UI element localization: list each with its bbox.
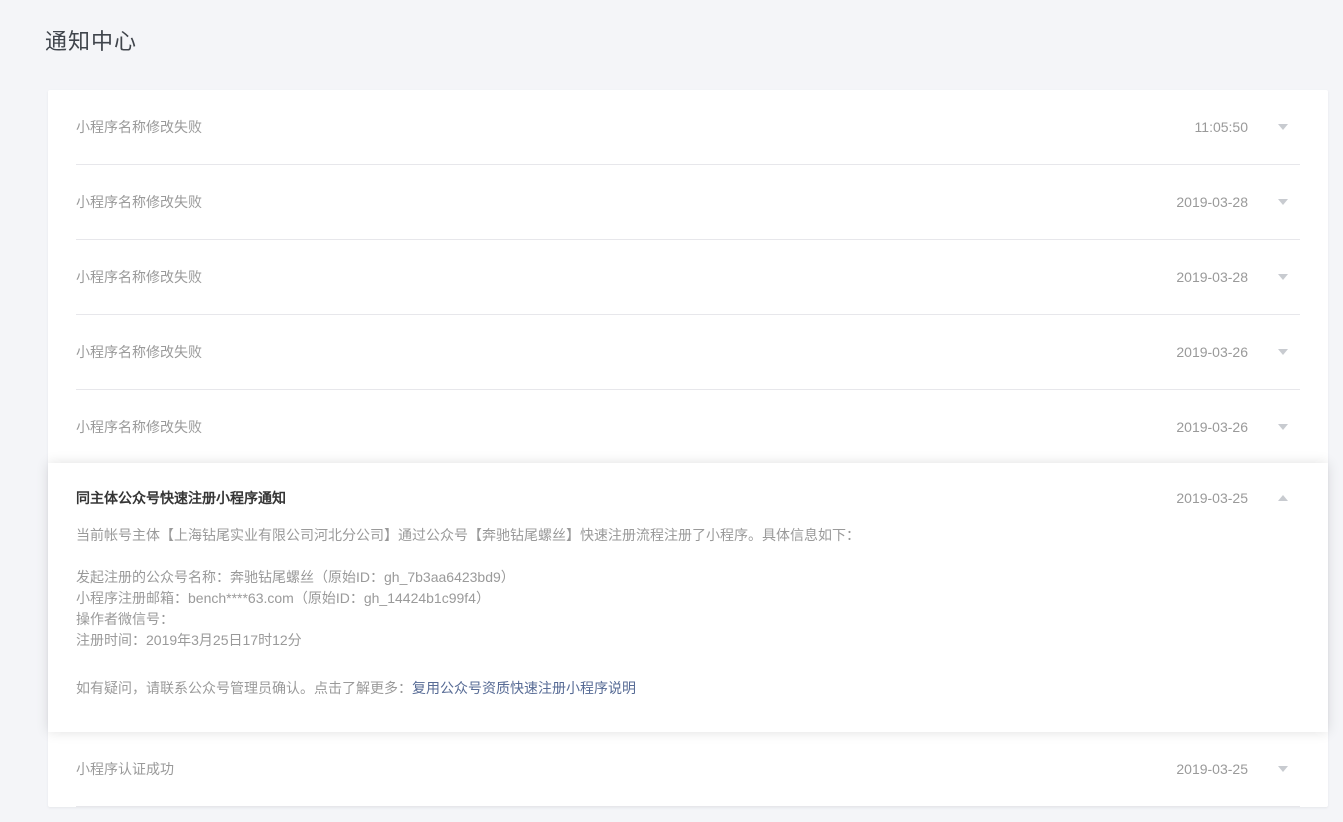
notification-title: 小程序名称修改失败 [76, 269, 202, 285]
notification-intro: 当前帐号主体【上海钻尾实业有限公司河北分公司】通过公众号【奔驰钻尾螺丝】快速注册… [76, 527, 860, 543]
notification-row-right: 2019-03-25 [1176, 490, 1300, 506]
notification-title: 小程序名称修改失败 [76, 344, 202, 360]
notification-date: 2019-03-26 [1176, 418, 1248, 435]
notification-row[interactable]: 小程序名称修改失败 11:05:50 [76, 90, 1300, 165]
notification-title: 同主体公众号快速注册小程序通知 [76, 490, 286, 506]
notification-row-right: 2019-03-28 [1176, 269, 1300, 285]
chevron-down-icon[interactable] [1278, 124, 1288, 130]
detail-line-account-name: 发起注册的公众号名称：奔驰钻尾螺丝（原始ID：gh_7b3aa6423bd9） [76, 569, 515, 585]
notification-row[interactable]: 小程序名称修改失败 2019-03-26 [76, 390, 1300, 463]
notification-row[interactable]: 小程序认证成功 2019-03-25 [76, 732, 1300, 807]
chevron-down-icon[interactable] [1278, 349, 1288, 355]
chevron-down-icon[interactable] [1278, 274, 1288, 280]
notification-row-right: 2019-03-26 [1176, 419, 1300, 435]
notification-title: 小程序名称修改失败 [76, 194, 202, 210]
notification-center-page: 通知中心 小程序名称修改失败 11:05:50 小程序名称修改失败 2019-0… [0, 0, 1343, 822]
detail-line-register-email: 小程序注册邮箱：bench****63.com（原始ID：gh_14424b1c… [76, 590, 490, 606]
notification-row-expanded: 同主体公众号快速注册小程序通知 2019-03-25 当前帐号主体【上海钻尾实业… [48, 463, 1328, 732]
notification-row[interactable]: 小程序名称修改失败 2019-03-26 [76, 315, 1300, 390]
notification-row-right: 2019-03-25 [1176, 761, 1300, 777]
notification-date: 2019-03-28 [1176, 194, 1248, 210]
notification-row[interactable]: 小程序名称修改失败 2019-03-28 [76, 165, 1300, 240]
notification-details: 发起注册的公众号名称：奔驰钻尾螺丝（原始ID：gh_7b3aa6423bd9） … [76, 567, 1300, 651]
notification-date: 2019-03-28 [1176, 269, 1248, 285]
page-title: 通知中心 [45, 29, 138, 54]
expanded-notification-header[interactable]: 同主体公众号快速注册小程序通知 2019-03-25 [76, 488, 1300, 508]
chevron-down-icon[interactable] [1278, 423, 1288, 430]
notification-date: 2019-03-25 [1176, 490, 1248, 506]
notification-row-right: 2019-03-28 [1176, 194, 1300, 210]
quick-register-help-link[interactable]: 复用公众号资质快速注册小程序说明 [412, 680, 636, 696]
notification-date: 2019-03-25 [1176, 761, 1248, 777]
notification-title: 小程序认证成功 [76, 761, 174, 777]
notification-date: 2019-03-26 [1176, 344, 1248, 360]
footer-text: 如有疑问，请联系公众号管理员确认。点击了解更多： [76, 680, 412, 696]
notification-footer: 如有疑问，请联系公众号管理员确认。点击了解更多：复用公众号资质快速注册小程序说明 [76, 678, 1300, 699]
notification-date: 11:05:50 [1194, 119, 1248, 135]
notification-list: 小程序名称修改失败 11:05:50 小程序名称修改失败 2019-03-28 … [48, 90, 1328, 807]
notification-row-right: 11:05:50 [1195, 119, 1300, 135]
chevron-up-icon[interactable] [1278, 495, 1288, 501]
notification-title: 小程序名称修改失败 [76, 418, 202, 435]
notification-title: 小程序名称修改失败 [76, 119, 202, 135]
notification-body: 当前帐号主体【上海钻尾实业有限公司河北分公司】通过公众号【奔驰钻尾螺丝】快速注册… [76, 525, 1300, 699]
chevron-down-icon[interactable] [1278, 199, 1288, 205]
chevron-down-icon[interactable] [1278, 766, 1288, 772]
notification-row-right: 2019-03-26 [1176, 344, 1300, 360]
detail-line-operator-wechat: 操作者微信号： [76, 611, 174, 627]
detail-line-register-time: 注册时间：2019年3月25日17时12分 [76, 632, 302, 648]
notification-row[interactable]: 小程序名称修改失败 2019-03-28 [76, 240, 1300, 315]
